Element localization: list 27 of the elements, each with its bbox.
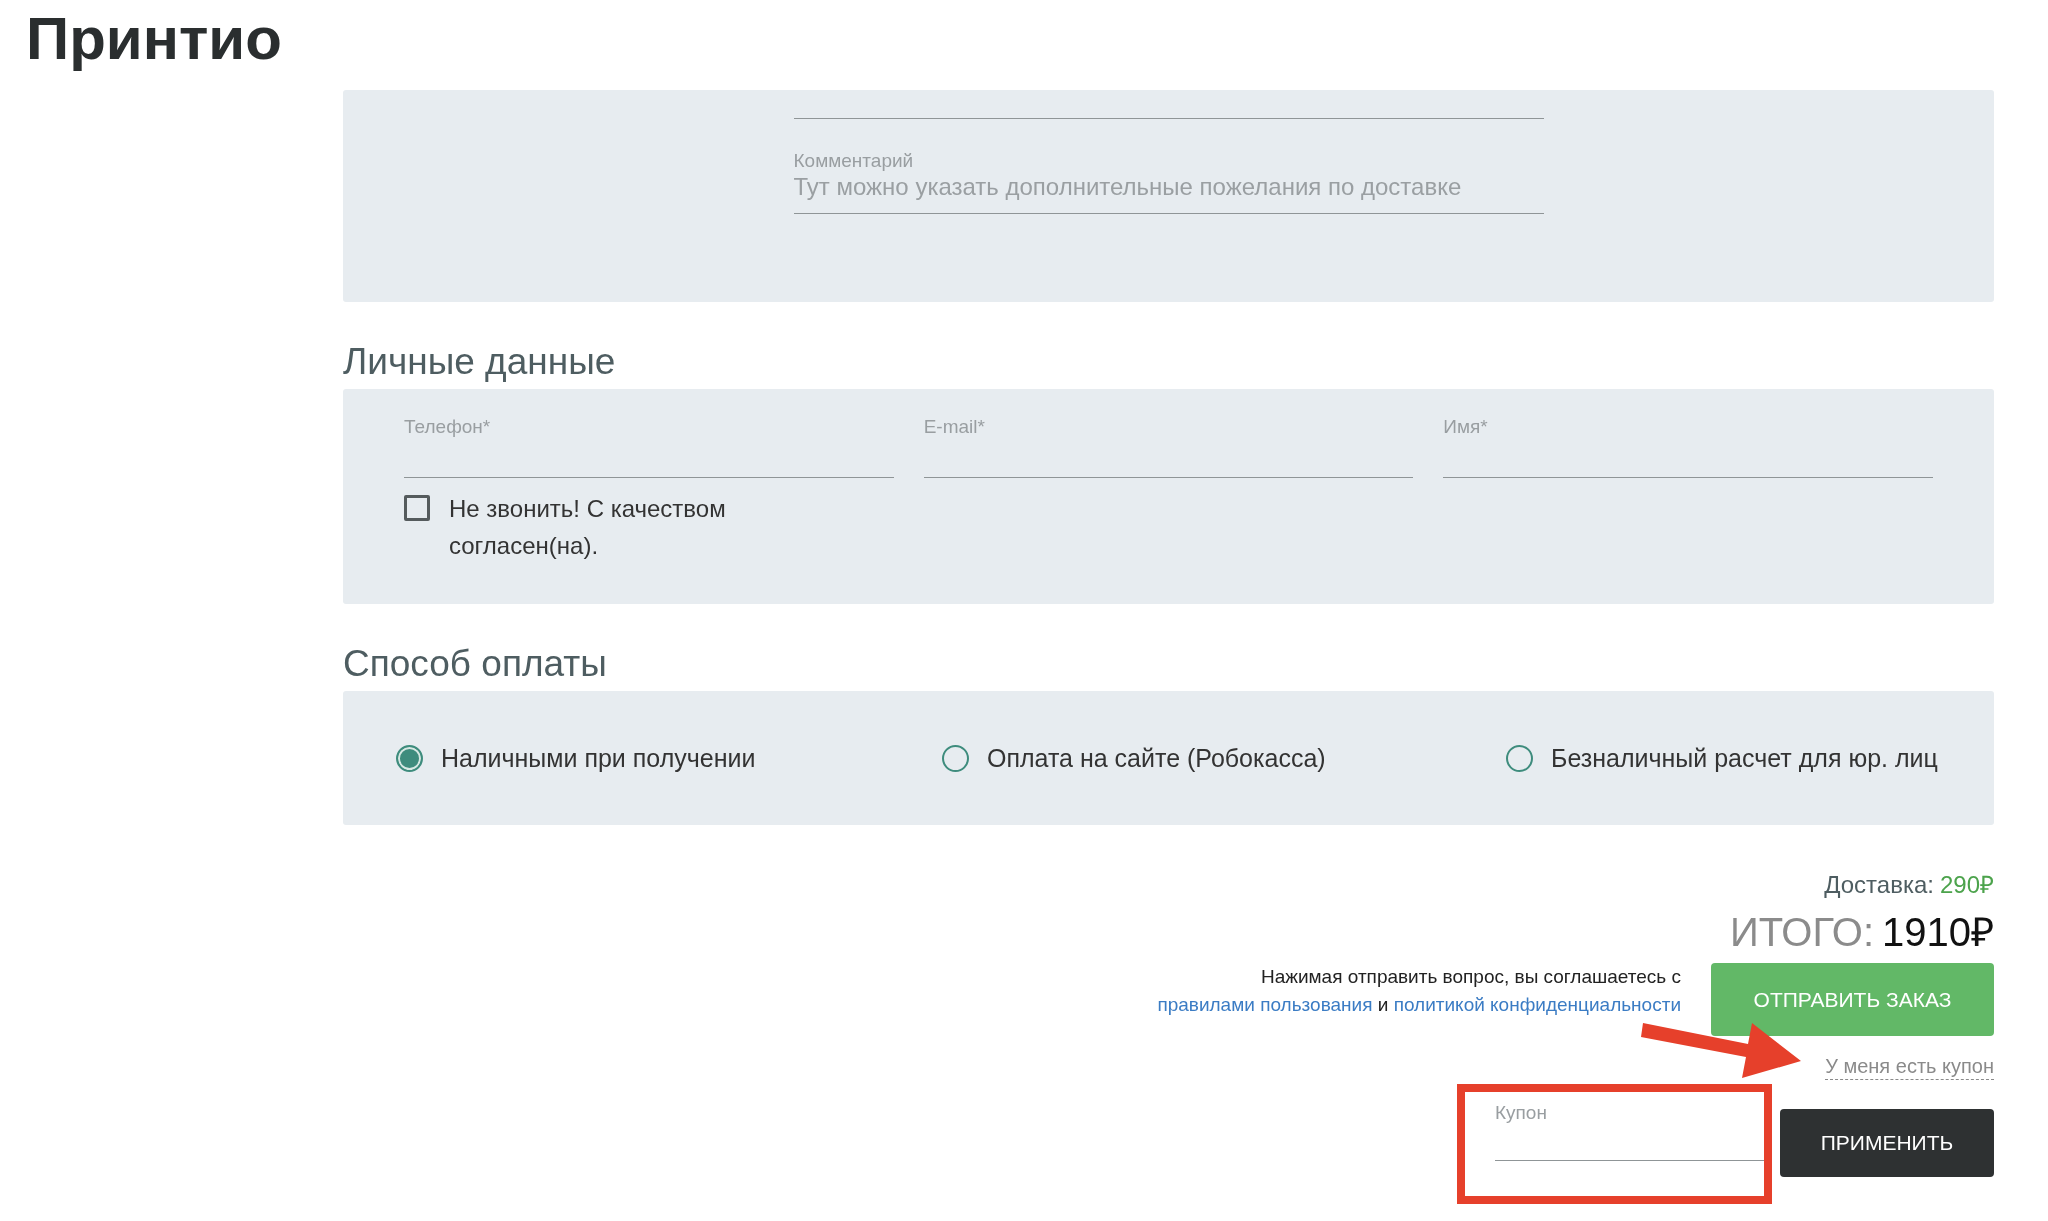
checkbox-label: Не звонить! С качеством согласен(на).	[449, 494, 727, 561]
privacy-link[interactable]: политикой конфиденциальности	[1393, 994, 1681, 1015]
radio-label: Безналичный расчет для юр. лиц	[1551, 743, 1938, 774]
coupon-field[interactable]: Купон	[1495, 1101, 1764, 1161]
apply-button[interactable]: ПРИМЕНИТЬ	[1780, 1109, 1994, 1177]
total-label: ИТОГО:	[1729, 909, 1874, 956]
delivery-price: 290₽	[1939, 870, 1994, 900]
logo[interactable]: Принтио	[26, 0, 282, 78]
comment-input[interactable]: Тут можно указать дополнительные пожелания по доставке	[793, 173, 1544, 201]
section-title: Способ оплаты	[343, 642, 607, 686]
checkbox[interactable]	[404, 495, 430, 521]
delivery-label: Доставка:	[1824, 870, 1934, 900]
submit-order-button[interactable]: ОТПРАВИТЬ ЗАКАЗ	[1711, 963, 1994, 1036]
radio-button[interactable]	[942, 744, 969, 772]
radio-label: Наличными при получении	[441, 743, 756, 774]
input-field[interactable]: E-mail*	[923, 415, 1414, 478]
coupon-link[interactable]: У меня есть купон	[1825, 1053, 1994, 1080]
total-value: 1910₽	[1882, 909, 1994, 956]
radio-label: Оплата на сайте (Робокасса)	[987, 743, 1326, 774]
comment-field[interactable]: Комментарий Тут можно указать дополнительные пожелания по доставке	[793, 149, 1544, 214]
terms-link[interactable]: правилами пользования	[1157, 994, 1373, 1015]
input-field[interactable]: Имя*	[1443, 415, 1933, 478]
radio-button[interactable]	[396, 744, 423, 772]
consent-text: Нажимая отправить вопрос, вы соглашаетесь с правилами пользования и политикой конфиденциальности	[1156, 965, 1681, 1017]
section-title: Личные данные	[343, 340, 616, 384]
input-field[interactable]: Телефон*	[404, 415, 894, 478]
radio-button[interactable]	[1506, 744, 1533, 772]
